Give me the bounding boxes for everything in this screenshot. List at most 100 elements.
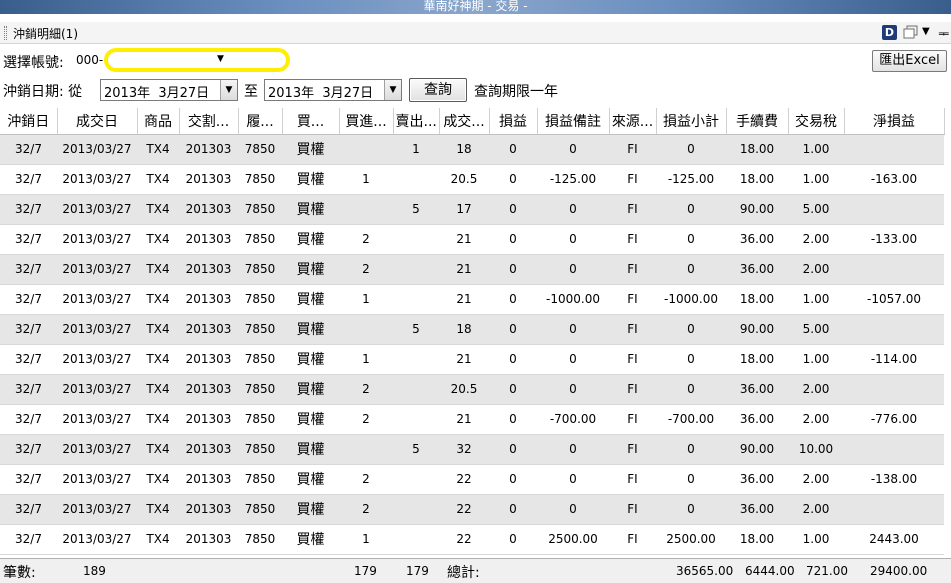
table-row[interactable]: 32/7 2013/03/27 TX4 201303 7850 買權 1 20.5 0 -125.… xyxy=(0,164,944,194)
table-cell xyxy=(339,314,393,344)
account-select[interactable]: 000- ▼ xyxy=(72,48,290,72)
table-cell: 買權 xyxy=(282,344,339,374)
grip-icon[interactable] xyxy=(4,26,7,40)
date-to-picker[interactable]: 2013年 3月27日 ▼ xyxy=(264,79,402,101)
column-header[interactable]: 買進... xyxy=(339,108,394,135)
query-button[interactable]: 查詢 xyxy=(409,78,467,102)
table-cell: TX4 xyxy=(137,284,179,314)
table-cell: 買權 xyxy=(282,464,339,494)
table-cell: 2.00 xyxy=(788,494,844,524)
table-cell: 1 xyxy=(339,524,393,554)
column-header[interactable]: 交易稅 xyxy=(788,108,845,135)
table-row[interactable]: 32/7 2013/03/27 TX4 201303 7850 買權 2 22 0 0 FI 0 36.… xyxy=(0,494,944,524)
table-row[interactable]: 32/7 2013/03/27 TX4 201303 7850 買權 2 21 0 0 FI 0 36.… xyxy=(0,254,944,284)
column-header[interactable]: 履... xyxy=(238,108,283,135)
total-label: 總計: xyxy=(447,565,480,581)
table-cell: TX4 xyxy=(137,404,179,434)
chevron-down-icon: ▼ xyxy=(217,54,224,64)
column-header[interactable]: 成交日 xyxy=(57,108,138,135)
table-cell: 0 xyxy=(537,494,609,524)
table-cell: TX4 xyxy=(137,314,179,344)
table-cell: -163.00 xyxy=(844,164,944,194)
column-header[interactable]: 商品 xyxy=(137,108,180,135)
table-cell: 0 xyxy=(537,434,609,464)
table-cell xyxy=(393,404,439,434)
table-cell: 0 xyxy=(489,284,537,314)
column-header[interactable]: 損益 xyxy=(489,108,538,135)
table-cell: 1.00 xyxy=(788,164,844,194)
table-cell: 32/7 xyxy=(0,224,57,254)
table-row[interactable]: 32/7 2013/03/27 TX4 201303 7850 買權 1 21 0 -1000.0… xyxy=(0,284,944,314)
table-cell: 0 xyxy=(489,224,537,254)
buy-total: 179 xyxy=(354,564,377,578)
window-titlebar: 華南好神期 - 交易 - xyxy=(0,0,951,14)
table-row[interactable]: 32/7 2013/03/27 TX4 201303 7850 買權 5 32 0 0 FI 0 90.… xyxy=(0,434,944,464)
table-row[interactable]: 32/7 2013/03/27 TX4 201303 7850 買權 1 18 0 0 FI 0 18.… xyxy=(0,134,944,164)
export-excel-button[interactable]: 匯出Excel xyxy=(872,50,947,72)
table-cell: 201303 xyxy=(179,194,238,224)
table-cell xyxy=(393,464,439,494)
date-from-picker[interactable]: 2013年 3月27日 ▼ xyxy=(100,79,238,101)
table-cell: 0 xyxy=(656,374,726,404)
table-cell: FI xyxy=(609,494,656,524)
column-header[interactable]: 手續費 xyxy=(726,108,789,135)
table-cell: 0 xyxy=(656,314,726,344)
table-cell: 32/7 xyxy=(0,404,57,434)
table-cell: 0 xyxy=(537,224,609,254)
table-row[interactable]: 32/7 2013/03/27 TX4 201303 7850 買權 2 20.5 0 0 FI 0 3… xyxy=(0,374,944,404)
table-row[interactable]: 32/7 2013/03/27 TX4 201303 7850 買權 2 21 0 -700.00… xyxy=(0,404,944,434)
table-cell: 1.00 xyxy=(788,284,844,314)
table-cell: 18.00 xyxy=(726,344,788,374)
table-cell: 1.00 xyxy=(788,524,844,554)
table-cell: 2.00 xyxy=(788,404,844,434)
column-header[interactable]: 損益小計 xyxy=(656,108,727,135)
table-cell: 201303 xyxy=(179,224,238,254)
table-row[interactable]: 32/7 2013/03/27 TX4 201303 7850 買權 2 21 0 0 FI 0 36.… xyxy=(0,224,944,254)
chevron-down-icon[interactable]: ▼ xyxy=(220,80,237,100)
table-cell: 2500.00 xyxy=(656,524,726,554)
table-cell: TX4 xyxy=(137,494,179,524)
table-cell: FI xyxy=(609,164,656,194)
table-cell: 2 xyxy=(339,374,393,404)
table-row[interactable]: 32/7 2013/03/27 TX4 201303 7850 買權 1 21 0 0 FI 0 18.… xyxy=(0,344,944,374)
column-header[interactable]: 損益備註 xyxy=(537,108,610,135)
d-icon[interactable]: D xyxy=(882,25,897,40)
table-cell: 2.00 xyxy=(788,254,844,284)
column-header[interactable]: 淨損益 xyxy=(844,108,945,135)
table-row[interactable]: 32/7 2013/03/27 TX4 201303 7850 買權 5 17 0 0 FI 0 90.… xyxy=(0,194,944,224)
table-row[interactable]: 32/7 2013/03/27 TX4 201303 7850 買權 1 22 0 2500.00… xyxy=(0,524,944,554)
table-header-row: 沖銷日 成交日 商品 交割... 履... 買... 買進... 賣出... 成交... 損益 損益… xyxy=(0,108,945,135)
column-header[interactable]: 買... xyxy=(282,108,340,135)
net-total: 29400.00 xyxy=(870,564,928,578)
table-cell xyxy=(393,284,439,314)
table-cell: 2013/03/27 xyxy=(57,224,137,254)
table-cell: 18.00 xyxy=(726,524,788,554)
table-cell: 2 xyxy=(339,404,393,434)
table-row[interactable]: 32/7 2013/03/27 TX4 201303 7850 買權 5 18 0 0 FI 0 90.… xyxy=(0,314,944,344)
column-header[interactable]: 沖銷日 xyxy=(0,108,58,135)
summary-footer: 筆數: 189 179 179 總計: 36565.00 6444.00 721… xyxy=(0,558,951,583)
table-cell: 90.00 xyxy=(726,194,788,224)
chevron-down-icon[interactable]: ▼ xyxy=(384,80,401,100)
column-header[interactable]: 成交... xyxy=(439,108,490,135)
column-header[interactable]: 賣出... xyxy=(393,108,440,135)
table-cell: FI xyxy=(609,224,656,254)
table-cell: -125.00 xyxy=(537,164,609,194)
table-cell: 7850 xyxy=(238,344,282,374)
table-row[interactable]: 32/7 2013/03/27 TX4 201303 7850 買權 2 22 0 0 FI 0 36.… xyxy=(0,464,944,494)
dropdown-icon[interactable]: ▼ xyxy=(922,26,930,37)
column-header[interactable]: 來源... xyxy=(609,108,657,135)
table-cell: 1 xyxy=(339,284,393,314)
table-cell xyxy=(844,314,944,344)
table-cell: 7850 xyxy=(238,284,282,314)
pin-icon[interactable]: ᆍ xyxy=(938,25,949,42)
settlement-table[interactable]: 沖銷日 成交日 商品 交割... 履... 買... 買進... 賣出... 成交... 損益 損益… xyxy=(0,108,951,558)
window-icon[interactable] xyxy=(903,25,918,39)
column-header[interactable]: 交割... xyxy=(179,108,239,135)
table-cell xyxy=(339,134,393,164)
table-cell: 買權 xyxy=(282,164,339,194)
table-cell: 0 xyxy=(656,494,726,524)
table-cell: 0 xyxy=(656,254,726,284)
table-cell: 2013/03/27 xyxy=(57,254,137,284)
table-cell: -1000.00 xyxy=(537,284,609,314)
